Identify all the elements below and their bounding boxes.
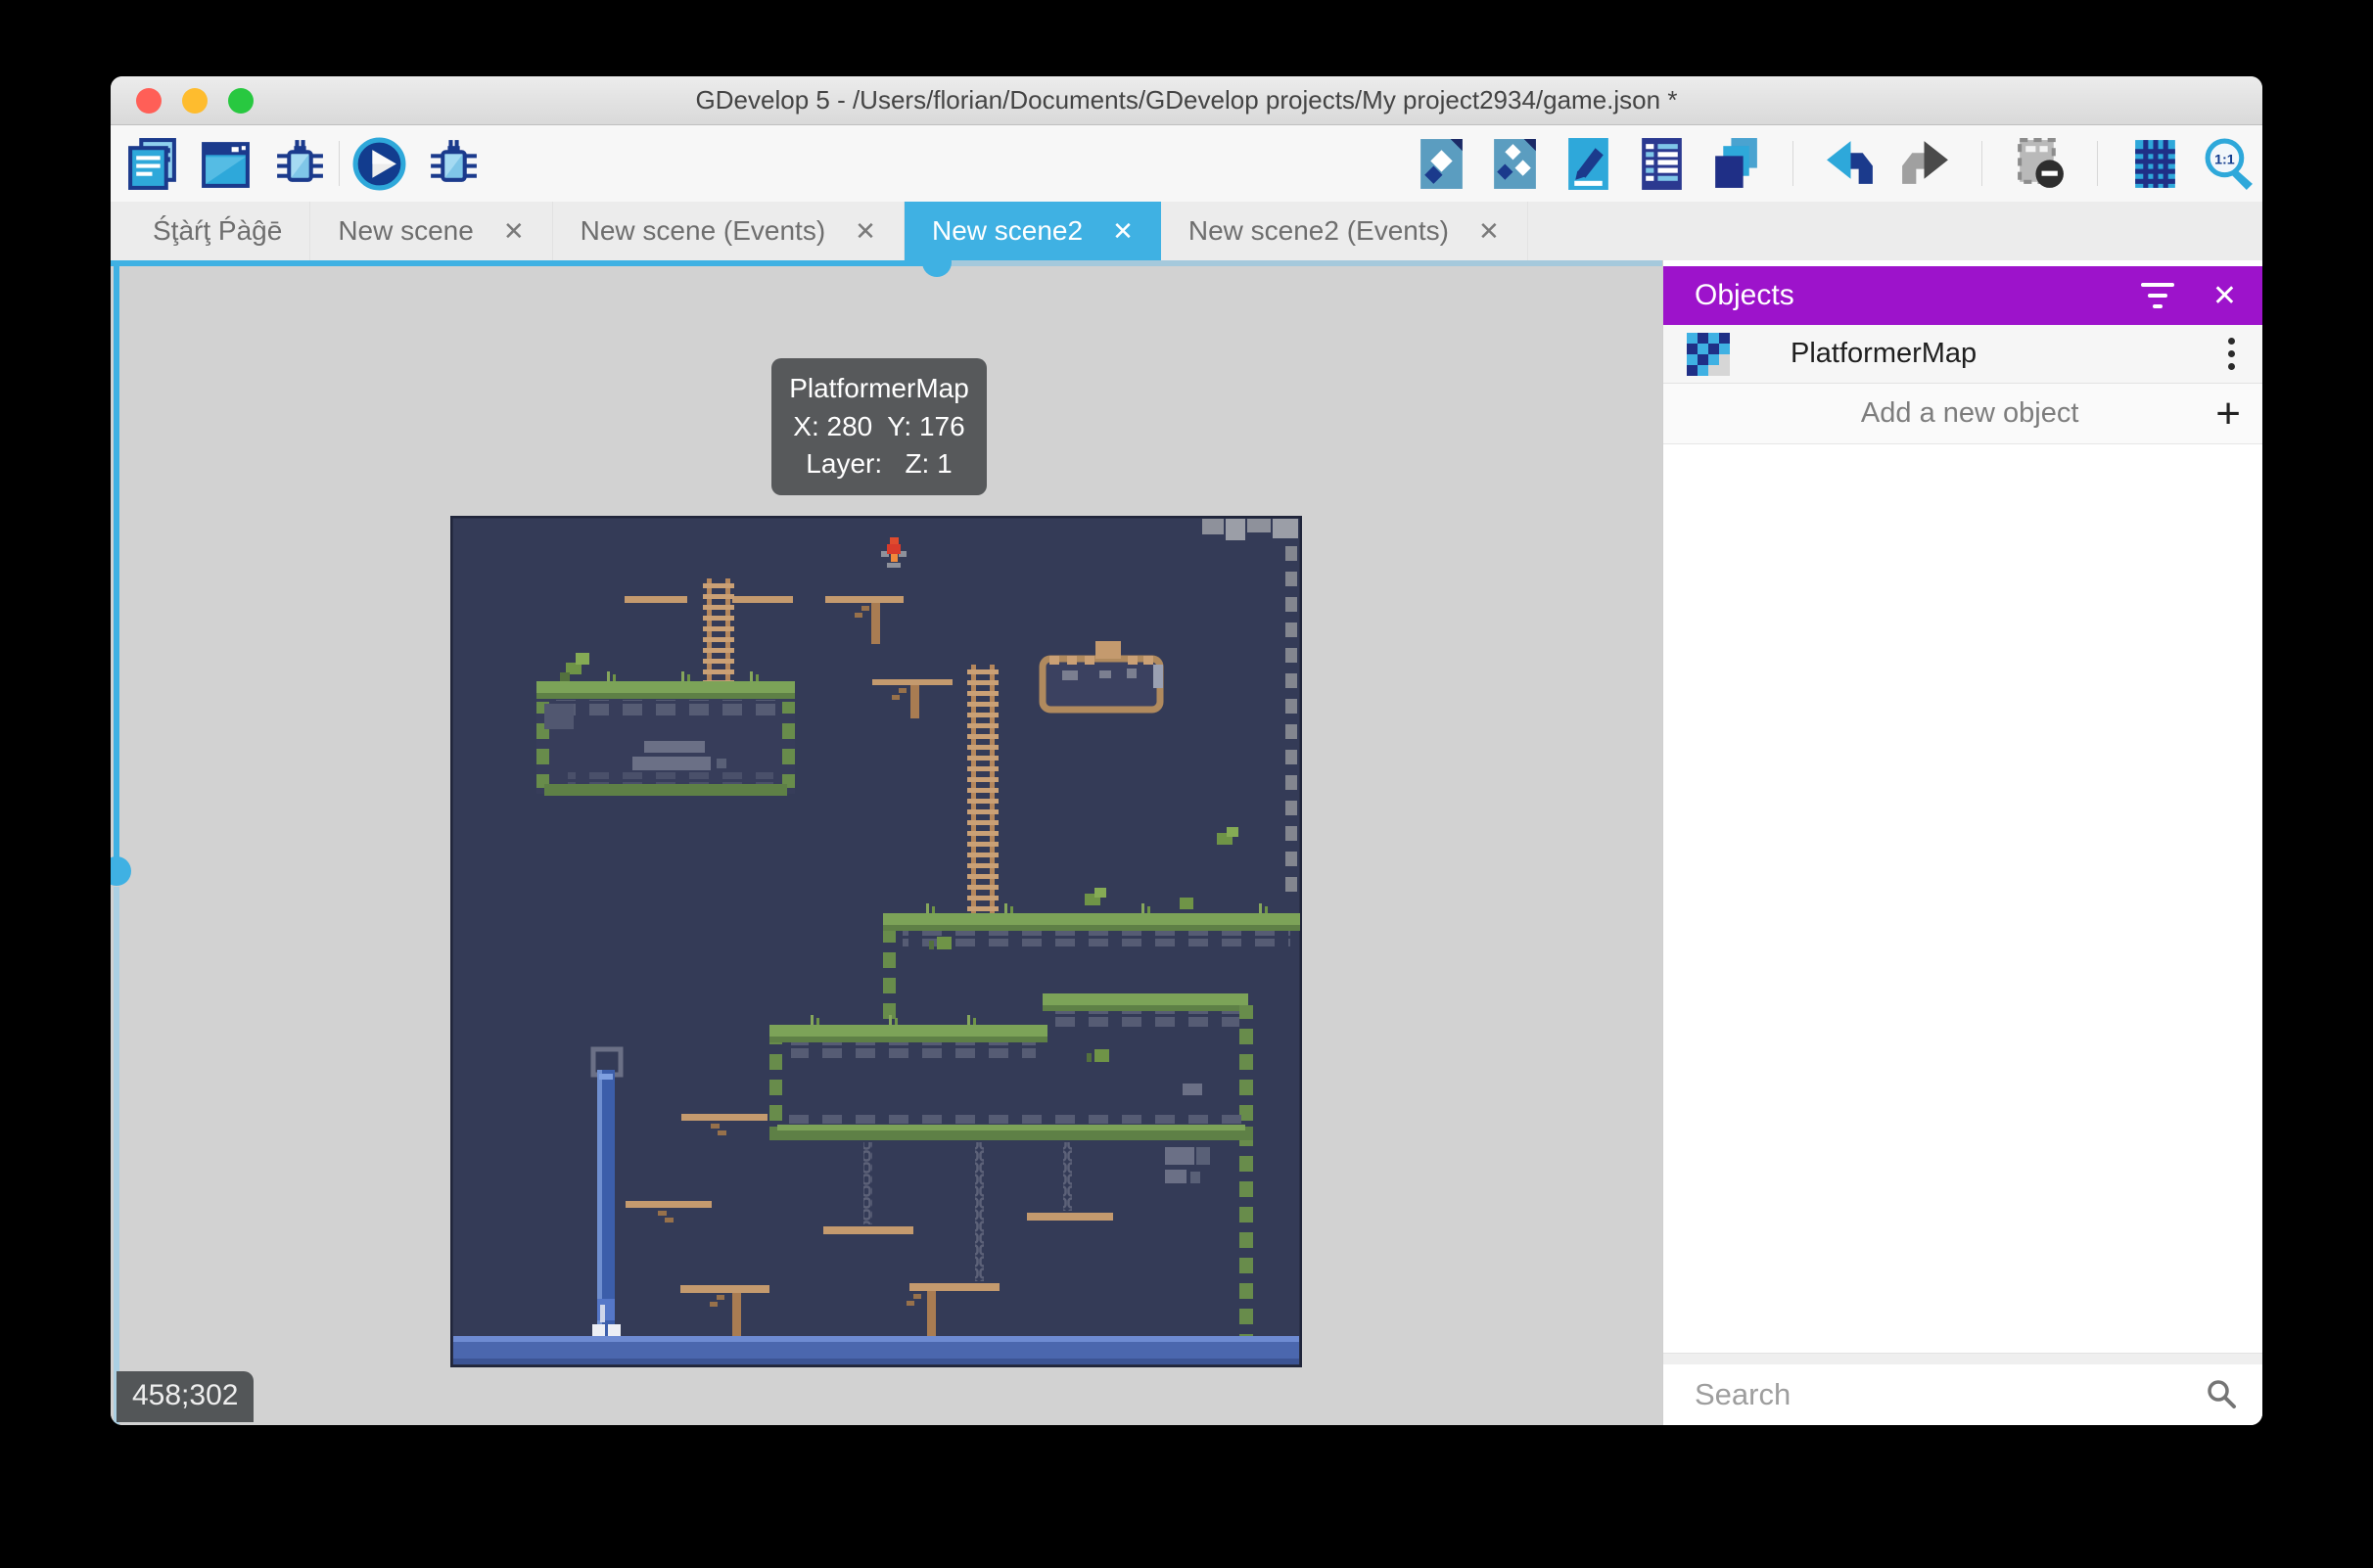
vertical-scrollbar-track[interactable] [114,887,119,1425]
tab-label: New scene2 (Events) [1188,215,1449,247]
panel-strip [1663,1353,2262,1364]
object-thumbnail [1687,333,1730,376]
scene-editor-canvas[interactable]: PlatformerMap X: 280 Y: 176 Layer: Z: 1 … [111,260,1662,1425]
plus-icon[interactable]: + [2215,392,2241,436]
toolbar-left-group [124,136,327,192]
tab-bar: Śţàŕţ Ṕàĝē New scene ✕ New scene (Events… [111,202,2262,260]
main-toolbar: 1:1 [111,125,2262,202]
tab-start-page[interactable]: Śţàŕţ Ṕàĝē [125,202,310,260]
close-panel-icon[interactable]: ✕ [2212,279,2237,313]
toolbar-separator [1792,141,1793,186]
objects-search-bar [1663,1364,2262,1425]
objects-list-empty-area [1663,444,2262,1353]
instances-list-icon[interactable] [1634,136,1690,192]
horizontal-scrollbar-handle[interactable] [922,260,952,277]
maximize-window-button[interactable] [228,88,254,114]
content-area: PlatformerMap X: 280 Y: 176 Layer: Z: 1 … [111,260,2262,1425]
close-tab-icon[interactable]: ✕ [1478,216,1500,247]
objects-panel-header: Objects ✕ [1663,266,2262,325]
horizontal-scrollbar[interactable] [111,260,937,266]
search-icon[interactable] [2204,1377,2239,1412]
close-tab-icon[interactable]: ✕ [1112,216,1134,247]
start-page-icon[interactable] [198,136,254,192]
object-groups-icon[interactable] [1487,136,1543,192]
object-name: PlatformerMap [1791,338,2222,370]
object-list-item[interactable]: PlatformerMap [1663,325,2262,384]
tab-label: Śţàŕţ Ṕàĝē [153,215,282,247]
toolbar-right-group: 1:1 [1414,136,2257,192]
tooltip-layer: Layer: Z: 1 [781,445,977,484]
tab-new-scene[interactable]: New scene ✕ [310,202,552,260]
zoom-ratio-label: 1:1 [2214,152,2235,167]
platformer-map-instance[interactable] [450,516,1302,1367]
zoom-original-icon[interactable]: 1:1 [2201,136,2257,192]
toolbar-separator [1981,141,1982,186]
screen: GDevelop 5 - /Users/florian/Documents/GD… [0,0,2373,1568]
horizontal-scrollbar-track[interactable] [937,260,1662,266]
objects-panel-title: Objects [1695,279,2140,312]
map-water [453,1336,1299,1364]
play-icon[interactable] [351,136,407,192]
toggle-window-mask-icon[interactable] [2012,136,2068,192]
window-title: GDevelop 5 - /Users/florian/Documents/GD… [696,85,1678,115]
tab-new-scene2-events[interactable]: New scene2 (Events) ✕ [1161,202,1528,260]
cursor-coordinates-badge: 458;302 [116,1371,254,1422]
layers-icon[interactable] [1707,136,1763,192]
vertical-scrollbar[interactable] [114,260,119,857]
toolbar-separator [339,141,340,186]
redo-icon[interactable] [1896,136,1952,192]
vertical-scrollbar-handle[interactable] [111,856,131,886]
close-tab-icon[interactable]: ✕ [503,216,525,247]
debugger-icon[interactable] [271,136,327,192]
title-bar: GDevelop 5 - /Users/florian/Documents/GD… [111,76,2262,125]
properties-icon[interactable] [1560,136,1616,192]
instance-tooltip: PlatformerMap X: 280 Y: 176 Layer: Z: 1 [771,358,987,495]
tab-label: New scene2 [932,215,1083,247]
gdevelop-window: GDevelop 5 - /Users/florian/Documents/GD… [111,76,2262,1425]
objects-panel: Objects ✕ PlatformerMap Add a new object… [1662,260,2262,1425]
toolbar-preview-group [351,136,481,192]
tab-new-scene-events[interactable]: New scene (Events) ✕ [553,202,905,260]
grid-icon[interactable] [2127,136,2183,192]
toolbar-separator [2097,141,2098,186]
tab-label: New scene [338,215,474,247]
tooltip-position: X: 280 Y: 176 [781,408,977,446]
debug-launch-icon[interactable] [425,136,481,192]
minimize-window-button[interactable] [182,88,208,114]
object-menu-icon[interactable] [2222,332,2241,376]
objects-editor-icon[interactable] [1414,136,1469,192]
project-manager-icon[interactable] [124,136,180,192]
search-input[interactable] [1695,1377,2204,1412]
tab-label: New scene (Events) [581,215,826,247]
traffic-lights [136,88,254,114]
add-object-row[interactable]: Add a new object + [1663,384,2262,444]
close-window-button[interactable] [136,88,162,114]
filter-icon[interactable] [2140,283,2175,308]
close-tab-icon[interactable]: ✕ [855,216,876,247]
undo-icon[interactable] [1823,136,1879,192]
tooltip-object-name: PlatformerMap [781,370,977,408]
add-object-label: Add a new object [1685,397,2215,430]
tab-new-scene2[interactable]: New scene2 ✕ [905,202,1161,260]
